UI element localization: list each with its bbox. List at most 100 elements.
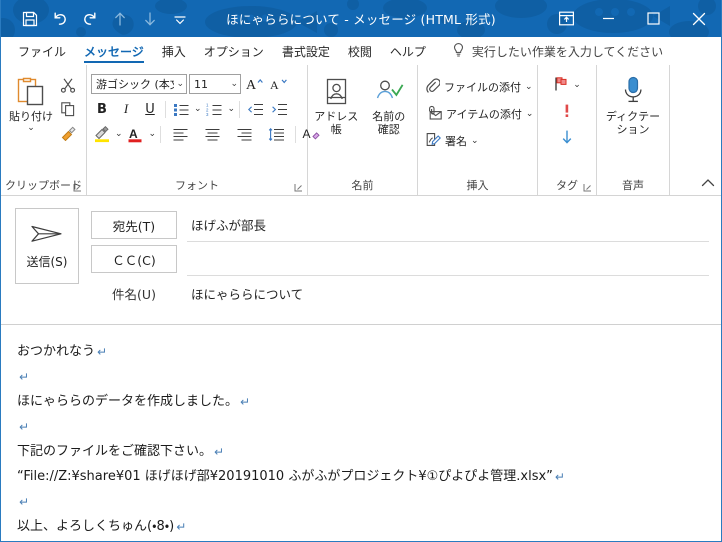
svg-text:3: 3: [206, 112, 209, 117]
collapse-ribbon-button[interactable]: [701, 178, 715, 191]
save-button[interactable]: [15, 5, 44, 33]
customize-quick-access-button[interactable]: [165, 5, 194, 33]
font-dialog-launcher[interactable]: [294, 182, 303, 192]
tab-review[interactable]: 校閲: [339, 37, 381, 65]
divider: [295, 125, 297, 143]
numbering-button[interactable]: 1 2 3: [204, 99, 226, 120]
svg-text:A: A: [129, 127, 138, 141]
grow-font-button[interactable]: A: [243, 74, 265, 95]
clipboard-dialog-launcher[interactable]: [73, 182, 82, 192]
chevron-down-icon[interactable]: ⌄: [228, 79, 238, 89]
arrow-down-icon: [562, 130, 572, 144]
align-right-button[interactable]: [229, 124, 259, 145]
tags-dialog-launcher[interactable]: [583, 182, 592, 192]
bullets-button[interactable]: [170, 99, 192, 120]
tab-message[interactable]: メッセージ: [75, 37, 153, 65]
address-book-icon: [321, 73, 351, 111]
subject-value: ほにゃららについて: [191, 286, 304, 302]
tab-format-text[interactable]: 書式設定: [273, 37, 339, 65]
redo-button[interactable]: [75, 5, 104, 33]
undo-button[interactable]: [45, 5, 74, 33]
paste-button[interactable]: 貼り付け ⌄: [5, 70, 57, 132]
ribbon-display-options-icon[interactable]: [546, 0, 586, 37]
ribbon-group-clipboard: 貼り付け ⌄ クリップボード: [1, 65, 87, 195]
tell-me-search[interactable]: 実行したい作業を入力してください: [451, 37, 663, 65]
chevron-down-icon[interactable]: ⌄: [573, 81, 581, 90]
check-names-label-line2: 確認: [377, 122, 400, 136]
attach-item-button[interactable]: アイテムの添付 ⌄: [422, 103, 536, 125]
shrink-font-button[interactable]: A: [267, 74, 289, 95]
attach-file-button[interactable]: ファイルの添付 ⌄: [422, 76, 536, 98]
ribbon-group-font: 游ゴシック (本文の ⌄ 11 ⌄ A: [87, 65, 320, 195]
previous-item-button[interactable]: [105, 5, 134, 33]
chevron-down-icon[interactable]: ⌄: [525, 83, 533, 92]
address-book-button[interactable]: アドレス帳: [312, 70, 361, 136]
check-names-label-line1: 名前の: [372, 110, 406, 123]
body-line: ほにゃららのデータを作成しました。 ↵: [17, 389, 705, 414]
tab-help[interactable]: ヘルプ: [381, 37, 435, 65]
copy-button[interactable]: [57, 98, 80, 120]
bold-button[interactable]: B: [91, 99, 113, 120]
clipboard-small-buttons: [57, 70, 80, 144]
font-size-combo[interactable]: 11 ⌄: [189, 74, 241, 94]
maximize-button[interactable]: [631, 0, 676, 37]
paragraph-mark: ↵: [176, 519, 187, 534]
underline-button[interactable]: U: [139, 99, 161, 120]
subject-input[interactable]: ほにゃららについて: [187, 276, 709, 310]
decrease-indent-button[interactable]: [244, 99, 266, 120]
attach-item-label: アイテムの添付: [446, 108, 522, 121]
body-line: ↵: [17, 364, 705, 389]
cc-input[interactable]: [187, 242, 709, 276]
dictate-label-line1: ディクテー: [605, 110, 661, 123]
ribbon-group-font-label: フォント: [175, 179, 219, 192]
font-name-combo[interactable]: 游ゴシック (本文の ⌄: [91, 74, 187, 94]
highlight-color-button[interactable]: [91, 124, 113, 145]
tab-file[interactable]: ファイル: [9, 37, 75, 65]
chevron-down-icon[interactable]: ⌄: [471, 137, 479, 146]
chevron-down-icon[interactable]: ⌄: [149, 130, 157, 139]
to-input[interactable]: ほげふが部長: [187, 208, 709, 242]
microphone-icon: [618, 73, 648, 111]
chevron-down-icon[interactable]: ⌄: [526, 110, 534, 119]
dictate-button[interactable]: ディクテー ション: [601, 70, 665, 136]
tab-insert[interactable]: 挿入: [153, 37, 195, 65]
chevron-down-icon[interactable]: ⌄: [174, 79, 184, 89]
next-item-button[interactable]: [135, 5, 164, 33]
minimize-button[interactable]: [586, 0, 631, 37]
cc-row: ＣＣ(C): [91, 242, 709, 276]
increase-indent-button[interactable]: [268, 99, 290, 120]
align-center-button[interactable]: [197, 124, 227, 145]
chevron-down-icon[interactable]: ⌄: [27, 123, 35, 132]
body-line: ↵: [17, 414, 705, 439]
message-body[interactable]: おつかれなう ↵ ↵ ほにゃららのデータを作成しました。 ↵ ↵ 下記のファイル…: [1, 325, 721, 541]
line-spacing-button[interactable]: [261, 124, 291, 145]
low-importance-button[interactable]: [556, 126, 578, 148]
follow-up-button[interactable]: ⌄: [550, 74, 584, 96]
italic-button[interactable]: I: [115, 99, 137, 120]
tab-options[interactable]: オプション: [195, 37, 273, 65]
cc-button[interactable]: ＣＣ(C): [91, 245, 177, 273]
high-importance-button[interactable]: [556, 100, 578, 122]
format-painter-button[interactable]: [57, 122, 80, 144]
body-line-text: ほにゃららのデータを作成しました。: [17, 394, 239, 409]
body-line-text: “File://Z:¥share¥01 ほげほげ部¥20191010 ふがふがプ…: [17, 469, 553, 484]
outlook-compose-window: ほにゃららについて - メッセージ (HTML 形式) ファイル メッセージ 挿…: [0, 0, 722, 542]
font-size-value: 11: [194, 77, 208, 91]
close-button[interactable]: [676, 0, 721, 37]
send-button[interactable]: 送信(S): [15, 208, 79, 284]
chevron-down-icon[interactable]: ⌄: [115, 130, 123, 139]
chevron-down-icon[interactable]: ⌄: [194, 105, 202, 114]
align-left-button[interactable]: [165, 124, 195, 145]
subject-row: 件名(U) ほにゃららについて: [91, 276, 709, 310]
chevron-down-icon[interactable]: ⌄: [228, 105, 236, 114]
attach-file-label: ファイルの添付: [444, 81, 521, 94]
tell-me-placeholder: 実行したい作業を入力してください: [471, 44, 664, 59]
signature-button[interactable]: 署名 ⌄: [422, 130, 536, 152]
font-color-button[interactable]: A: [125, 124, 147, 145]
ribbon-group-voice: ディクテー ション 音声: [597, 65, 670, 195]
body-line-text: 下記のファイルをご確認下さい。: [17, 444, 213, 459]
cut-button[interactable]: [57, 74, 80, 96]
to-button[interactable]: 宛先(T): [91, 211, 177, 239]
check-names-button[interactable]: 名前の 確認: [365, 70, 414, 136]
ribbon-group-names-label: 名前: [351, 179, 374, 192]
